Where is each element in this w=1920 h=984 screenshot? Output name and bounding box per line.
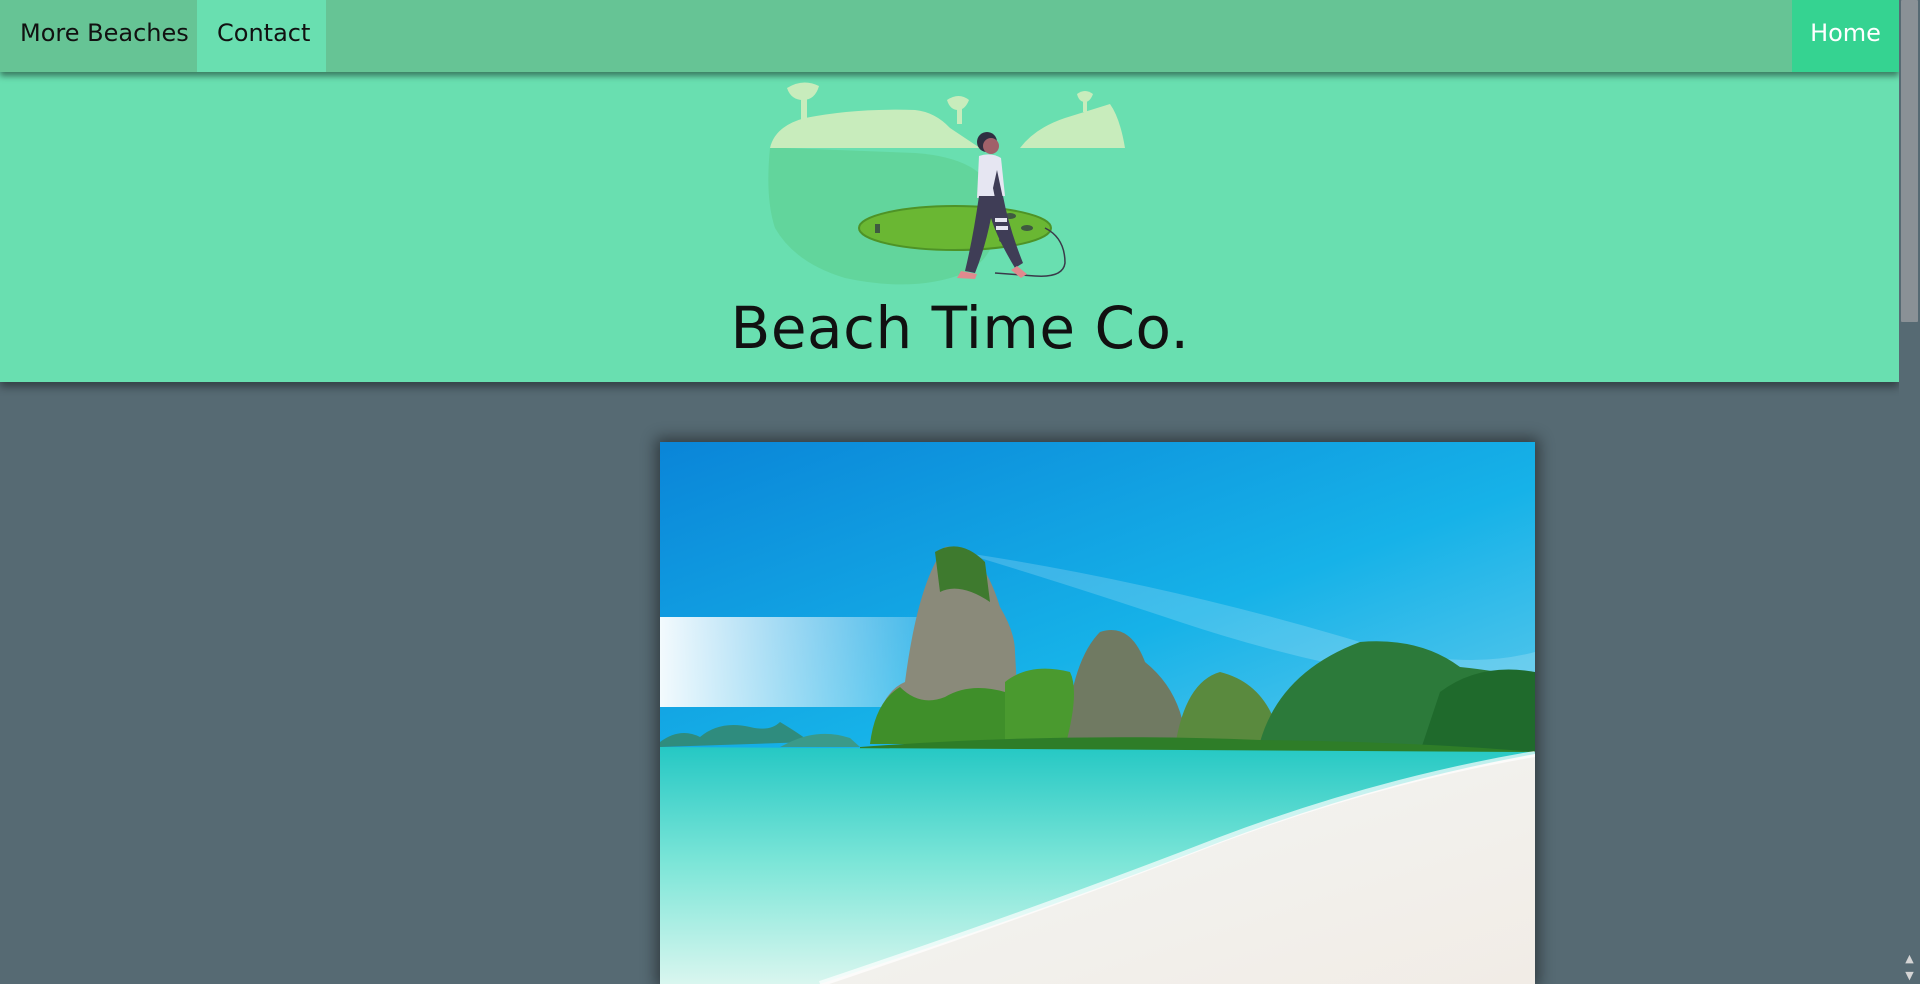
page-scrollbar[interactable]: ▲ ▼: [1899, 0, 1920, 984]
scrollbar-thumb[interactable]: [1901, 0, 1918, 322]
scroll-up-arrow-icon[interactable]: ▲: [1899, 950, 1920, 967]
nav-more-beaches[interactable]: More Beaches: [0, 0, 197, 72]
nav-home-button[interactable]: Home: [1792, 0, 1899, 72]
scroll-down-arrow-icon[interactable]: ▼: [1899, 967, 1920, 984]
nav-contact[interactable]: Contact: [197, 0, 326, 72]
surfer-illustration-icon: [768, 82, 1125, 285]
beach-photo-icon: [660, 442, 1535, 984]
page: More Beaches Contact Home Beach Time Co.…: [0, 0, 1920, 984]
header-banner: Beach Time Co.: [0, 72, 1899, 382]
hero-beach-photo: [660, 442, 1535, 984]
top-navbar: More Beaches Contact Home: [0, 0, 1899, 72]
site-title: Beach Time Co.: [730, 294, 1190, 362]
